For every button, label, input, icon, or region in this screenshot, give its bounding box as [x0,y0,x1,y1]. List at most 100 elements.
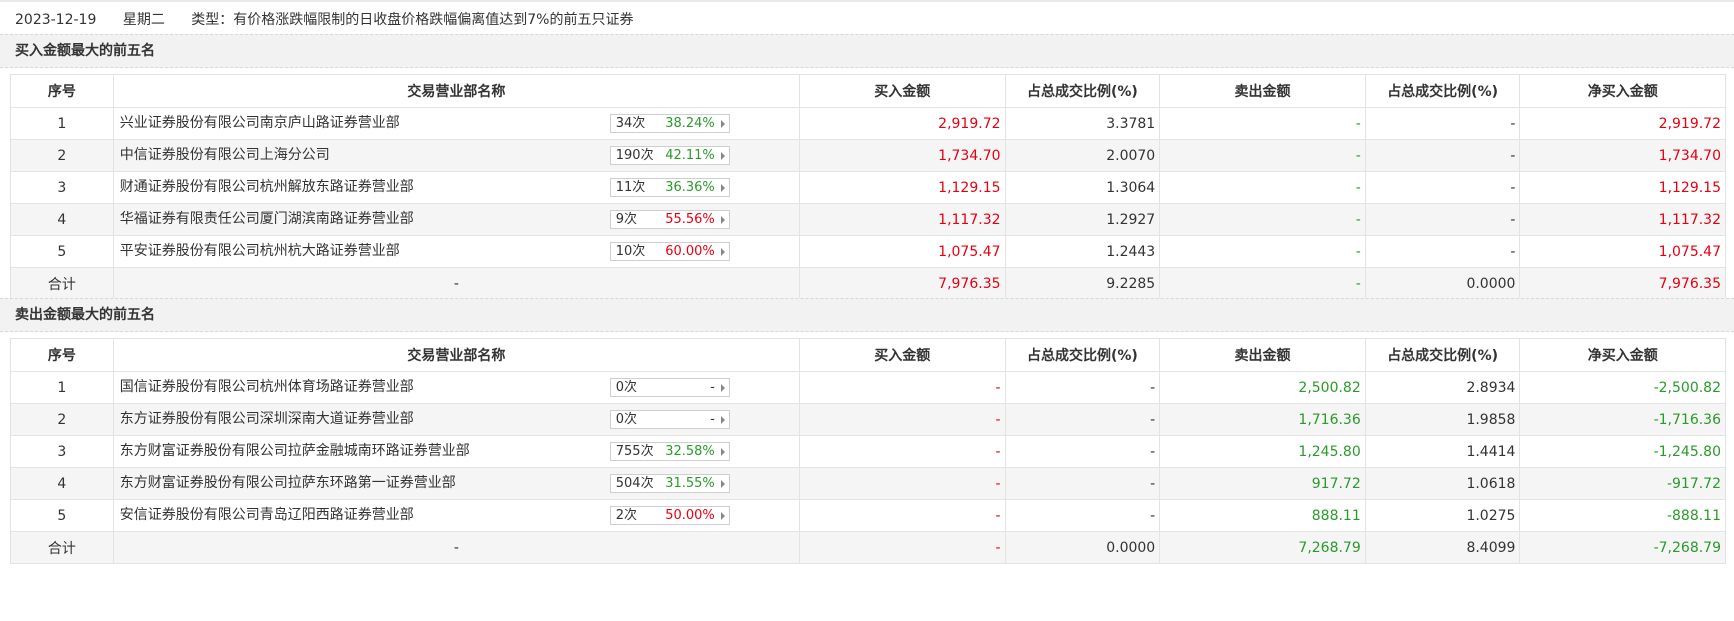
net-amount: 1,129.15 [1519,171,1726,204]
buy-ratio: - [1004,371,1161,404]
branch-name[interactable]: 东方证券股份有限公司深圳深南大道证券营业部 [120,405,414,435]
sell-ratio: 2.8934 [1364,371,1521,404]
buy-amount: 2,919.72 [798,107,1006,140]
col-header-name: 交易营业部名称 [112,338,800,372]
win-rate: 32.58% [665,444,715,459]
caret-right-icon [720,248,725,256]
net-amount: -2,500.82 [1519,371,1726,404]
appearance-count: 755次 [615,444,654,459]
history-stat-button[interactable]: 10次 60.00% [609,242,730,261]
sell-ratio: 1.4414 [1364,435,1521,468]
net-amount: 1,117.32 [1519,203,1726,236]
col-header-net: 净买入金额 [1519,74,1726,108]
net-amount: -888.11 [1519,499,1726,532]
win-rate: 38.24% [665,116,715,131]
net-amount: -1,716.36 [1519,403,1726,436]
buy-amount: - [798,403,1006,436]
row-no: 1 [10,107,114,140]
buy-ratio: 2.0070 [1004,139,1161,172]
branch-cell: 安信证券股份有限公司青岛辽阳西路证券营业部 2次 50.00% [112,499,800,532]
branch-name[interactable]: 安信证券股份有限公司青岛辽阳西路证券营业部 [120,501,414,531]
history-stat-button[interactable]: 2次 50.00% [609,506,730,525]
buy-amount: 1,129.15 [798,171,1006,204]
branch-name[interactable]: 中信证券股份有限公司上海分公司 [120,141,330,171]
caret-right-icon [720,480,725,488]
total-buy: - [798,531,1006,564]
branch-name[interactable]: 平安证券股份有限公司杭州杭大路证券营业部 [120,237,400,267]
branch-cell: 兴业证券股份有限公司南京庐山路证券营业部 34次 38.24% [112,107,800,140]
buy-amount: - [798,499,1006,532]
header-info: 2023-12-19 星期二 类型：有价格涨跌幅限制的日收盘价格跌幅偏离值达到7… [15,10,656,30]
table-row: 4 东方财富证券股份有限公司拉萨东环路第一证券营业部 504次 31.55% -… [10,467,1726,500]
buy-amount: - [798,435,1006,468]
history-stat-button[interactable]: 504次 31.55% [609,474,730,493]
branch-name[interactable]: 华福证券有限责任公司厦门湖滨南路证券营业部 [120,205,414,235]
caret-right-icon [720,216,725,224]
table-row: 1 兴业证券股份有限公司南京庐山路证券营业部 34次 38.24% 2,919.… [10,107,1726,140]
buy-ratio: - [1004,467,1161,500]
history-stat-button[interactable]: 190次 42.11% [609,146,730,165]
top-divider [0,0,1734,2]
net-amount: 2,919.72 [1519,107,1726,140]
total-sell: - [1159,267,1366,300]
buy-amount: 1,117.32 [798,203,1006,236]
branch-name[interactable]: 财通证券股份有限公司杭州解放东路证券营业部 [120,173,414,203]
sell-ratio: - [1364,235,1521,268]
total-buy: 7,976.35 [798,267,1006,300]
col-header-sell: 卖出金额 [1159,74,1366,108]
trade-date: 2023-12-19 [15,12,97,28]
win-rate: 60.00% [665,244,715,259]
net-amount: 1,075.47 [1519,235,1726,268]
branch-cell: 财通证券股份有限公司杭州解放东路证券营业部 11次 36.36% [112,171,800,204]
col-header-buy-ratio: 占总成交比例(%) [1004,74,1161,108]
branch-cell: 华福证券有限责任公司厦门湖滨南路证券营业部 9次 55.56% [112,203,800,236]
total-row: 合计 - 7,976.35 9.2285 - 0.0000 7,976.35 [10,267,1726,300]
history-stat-button[interactable]: 0次 - [609,378,730,397]
sell-ratio: - [1364,171,1521,204]
branch-name[interactable]: 东方财富证券股份有限公司拉萨东环路第一证券营业部 [120,469,456,499]
sell-ratio: - [1364,139,1521,172]
table-row: 5 平安证券股份有限公司杭州杭大路证券营业部 10次 60.00% 1,075.… [10,235,1726,268]
win-rate: 50.00% [665,508,715,523]
win-rate: - [710,412,715,427]
table-header-row: 序号 交易营业部名称 买入金额 占总成交比例(%) 卖出金额 占总成交比例(%)… [10,74,1726,108]
buy-ratio: - [1004,435,1161,468]
history-stat-button[interactable]: 9次 55.56% [609,210,730,229]
sell-amount: - [1159,171,1366,204]
appearance-count: 34次 [615,116,646,131]
history-stat-button[interactable]: 34次 38.24% [609,114,730,133]
branch-cell: 国信证券股份有限公司杭州体育场路证券营业部 0次 - [112,371,800,404]
total-buy-ratio: 0.0000 [1004,531,1161,564]
buy-amount: - [798,467,1006,500]
buy-amount: - [798,371,1006,404]
buy-ratio: 3.3781 [1004,107,1161,140]
sell-amount: 888.11 [1159,499,1366,532]
sell-amount: 917.72 [1159,467,1366,500]
total-name: - [112,267,800,300]
branch-cell: 东方财富证券股份有限公司拉萨东环路第一证券营业部 504次 31.55% [112,467,800,500]
row-no: 2 [10,403,114,436]
win-rate: 31.55% [665,476,715,491]
caret-right-icon [720,448,725,456]
col-header-buy-ratio: 占总成交比例(%) [1004,338,1161,372]
appearance-count: 0次 [615,380,638,395]
sell-ratio: 1.0275 [1364,499,1521,532]
row-no: 5 [10,499,114,532]
branch-cell: 中信证券股份有限公司上海分公司 190次 42.11% [112,139,800,172]
branch-cell: 东方财富证券股份有限公司拉萨金融城南环路证券营业部 755次 32.58% [112,435,800,468]
list-type: 类型：有价格涨跌幅限制的日收盘价格跌幅偏离值达到7%的前五只证券 [191,12,634,28]
history-stat-button[interactable]: 11次 36.36% [609,178,730,197]
table-header-row: 序号 交易营业部名称 买入金额 占总成交比例(%) 卖出金额 占总成交比例(%)… [10,338,1726,372]
col-header-name: 交易营业部名称 [112,74,800,108]
branch-name[interactable]: 国信证券股份有限公司杭州体育场路证券营业部 [120,373,414,403]
history-stat-button[interactable]: 755次 32.58% [609,442,730,461]
branch-name[interactable]: 兴业证券股份有限公司南京庐山路证券营业部 [120,109,400,139]
caret-right-icon [720,184,725,192]
total-name: - [112,531,800,564]
buy-amount: 1,075.47 [798,235,1006,268]
total-row: 合计 - - 0.0000 7,268.79 8.4099 -7,268.79 [10,531,1726,564]
branch-name[interactable]: 东方财富证券股份有限公司拉萨金融城南环路证券营业部 [120,437,470,467]
sell-amount: 2,500.82 [1159,371,1366,404]
row-no: 4 [10,467,114,500]
history-stat-button[interactable]: 0次 - [609,410,730,429]
